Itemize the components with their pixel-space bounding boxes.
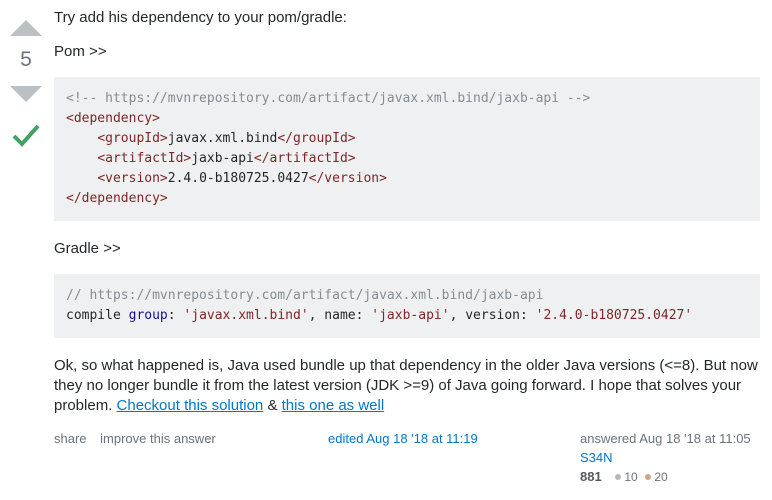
answered-time: answered Aug 18 '18 at 11:05 xyxy=(580,431,760,446)
improve-link[interactable]: improve this answer xyxy=(100,431,216,446)
solution-link-1[interactable]: Checkout this solution xyxy=(117,397,264,414)
solution-link-2[interactable]: this one as well xyxy=(282,397,385,414)
explanation-text: Ok, so what happened is, Java used bundl… xyxy=(54,356,760,417)
answer-body: Try add his dependency to your pom/gradl… xyxy=(48,8,760,484)
downvote-button[interactable] xyxy=(8,76,44,112)
accepted-check-icon xyxy=(8,118,44,158)
silver-badge-icon xyxy=(615,474,621,480)
user-badges: 881 10 20 xyxy=(580,469,760,484)
edited-link[interactable]: edited Aug 18 '18 at 11:19 xyxy=(328,431,478,446)
vote-count: 5 xyxy=(20,48,32,72)
bronze-badge-icon xyxy=(645,474,651,480)
pom-code-block: <!-- https://mvnrepository.com/artifact/… xyxy=(54,77,760,222)
user-card: answered Aug 18 '18 at 11:05 S34N 881 10… xyxy=(580,431,760,484)
upvote-button[interactable] xyxy=(8,10,44,46)
gradle-label: Gradle >> xyxy=(54,239,760,259)
user-link[interactable]: S34N xyxy=(580,450,613,465)
pom-label: Pom >> xyxy=(54,42,760,62)
share-link[interactable]: share xyxy=(54,431,87,446)
vote-column: 5 xyxy=(4,8,48,484)
answer-footer: share improve this answer edited Aug 18 … xyxy=(54,431,760,484)
intro-text: Try add his dependency to your pom/gradl… xyxy=(54,8,760,28)
gradle-code-block: // https://mvnrepository.com/artifact/ja… xyxy=(54,274,760,338)
reputation: 881 xyxy=(580,469,602,484)
